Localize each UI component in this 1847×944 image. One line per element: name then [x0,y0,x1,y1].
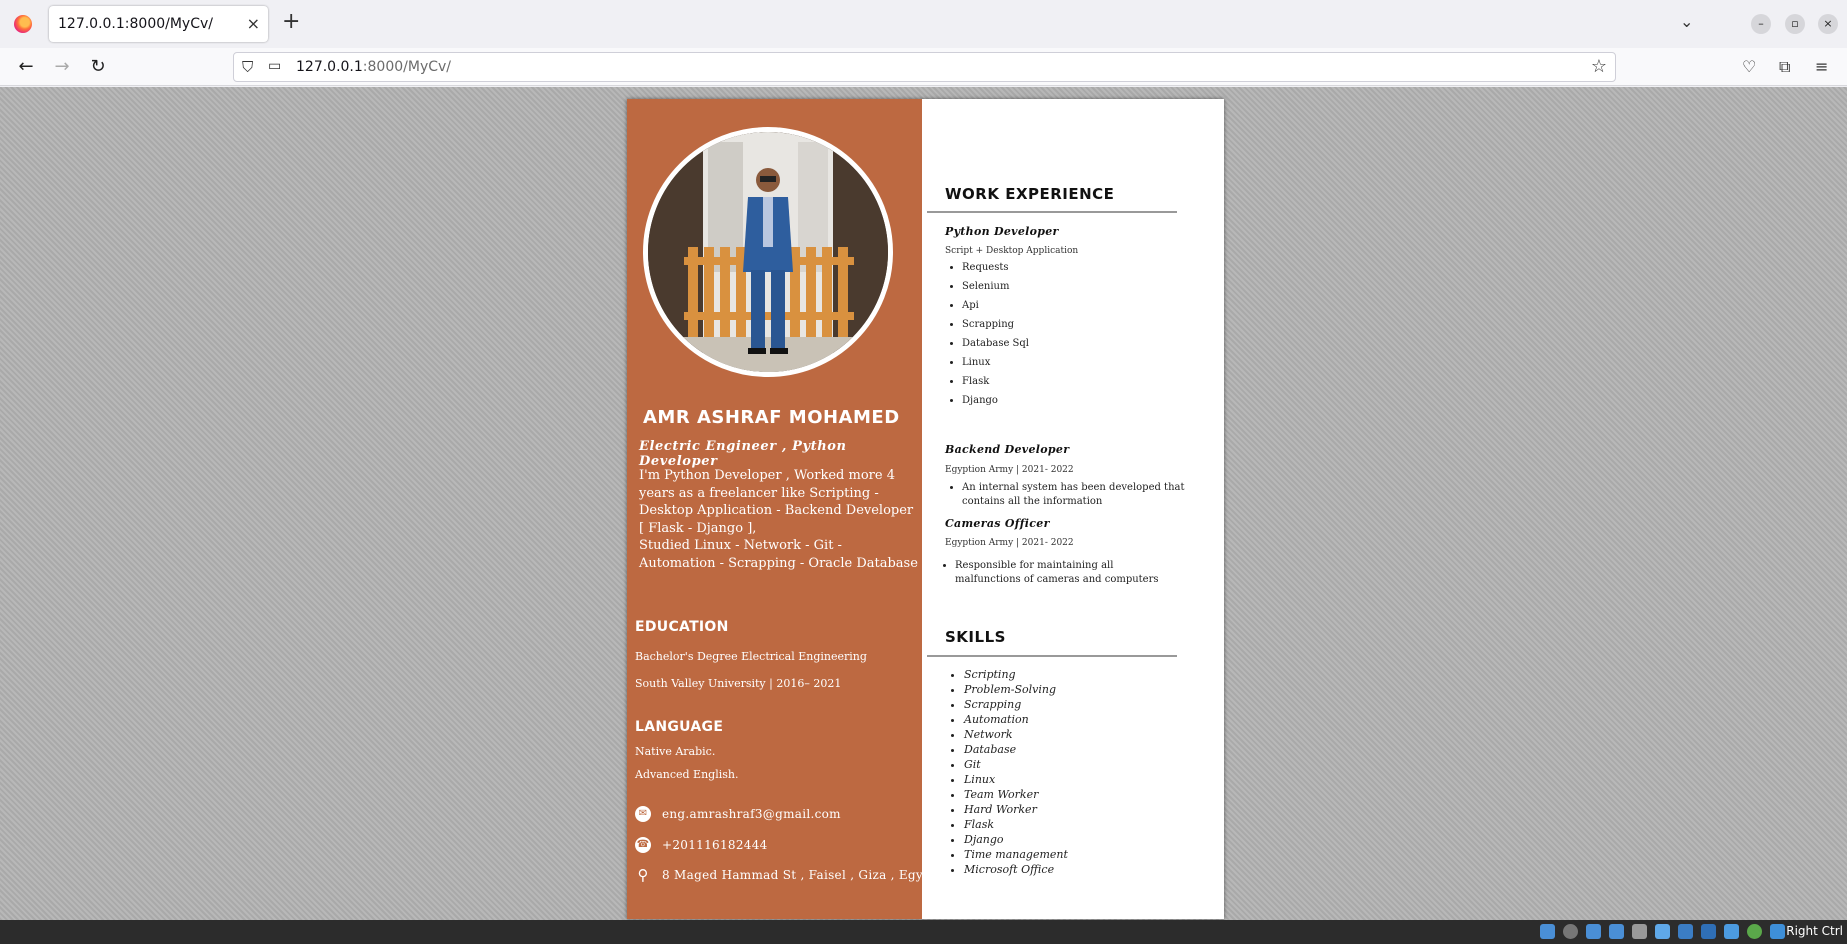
list-item: Responsible for maintaining all malfunct… [955,559,1178,587]
reload-icon[interactable]: ↻ [85,54,111,80]
tray-icon[interactable] [1701,924,1716,939]
section-divider [927,655,1177,657]
location-pin-icon: ⚲ [637,866,649,884]
tray-icon[interactable] [1563,924,1578,939]
pocket-icon[interactable]: ♡ [1742,57,1756,76]
system-taskbar: Right Ctrl [0,920,1847,944]
list-item: Database Sql [962,334,1029,353]
list-item: Api [962,296,1029,315]
cv-main: WORK EXPERIENCE Python Developer Script … [922,99,1224,919]
job-duty-list: Responsible for maintaining all malfunct… [938,559,1178,587]
navigation-bar: ← → ↻ ⛉ ▭ 127.0.0.1:8000/MyCv/ ☆ ♡ ⧉ ≡ [0,48,1847,86]
close-window-icon[interactable]: × [1818,14,1838,34]
language-item: Advanced English. [635,768,739,781]
skill-item: Git [964,757,1068,772]
phone-text: +201116182444 [662,838,768,852]
language-item: Native Arabic. [635,745,716,758]
job-title: Python Developer [945,225,1059,238]
list-item: Django [962,391,1029,410]
skills-list: Scripting Problem-Solving Scrapping Auto… [945,667,1068,877]
education-degree: Bachelor's Degree Electrical Engineering [635,650,867,663]
education-school: South Valley University | 2016– 2021 [635,677,842,690]
email-text: eng.amrashraf3@gmail.com [662,807,841,821]
job-title: Backend Developer [945,443,1070,456]
language-heading: LANGUAGE [635,719,724,735]
firefox-logo-icon [14,15,32,33]
job-duty-list: An internal system has been developed th… [945,481,1185,509]
list-item: Flask [962,372,1029,391]
list-all-tabs-icon[interactable]: ⌄ [1680,12,1693,31]
about-text: I'm Python Developer , Worked more 4 yea… [639,468,918,571]
url-text[interactable]: 127.0.0.1:8000/MyCv/ [296,59,451,75]
skill-item: Hard Worker [964,802,1068,817]
tab-close-icon[interactable]: × [247,14,260,33]
list-item: Requests [962,258,1029,277]
contact-phone: ☎ +201116182444 [635,837,920,855]
job-subtitle: Script + Desktop Application [945,246,1079,256]
tray-icon[interactable] [1586,924,1601,939]
skill-item: Linux [964,772,1068,787]
job-skill-list: Requests Selenium Api Scrapping Database… [945,258,1029,410]
tracking-shield-icon[interactable]: ⛉ [242,58,253,76]
skill-item: Scripting [964,667,1068,682]
skill-item: Database [964,742,1068,757]
skill-item: Django [964,832,1068,847]
skill-item: Time management [964,847,1068,862]
menu-icon[interactable]: ≡ [1815,57,1828,76]
skill-item: Microsoft Office [964,862,1068,877]
minimize-icon[interactable]: – [1751,14,1771,34]
contact-address: ⚲ 8 Maged Hammad St , Faisel , Giza , Eg… [635,866,936,885]
back-icon[interactable]: ← [13,54,39,80]
tray-icon[interactable] [1655,924,1670,939]
tray-icon[interactable] [1770,924,1785,939]
tray-icon[interactable] [1540,924,1555,939]
restore-icon[interactable]: ▫ [1785,14,1805,34]
list-item: An internal system has been developed th… [962,481,1185,509]
tray-icon[interactable] [1747,924,1762,939]
skill-item: Scrapping [964,697,1068,712]
extensions-icon[interactable]: ⧉ [1779,57,1790,77]
tray-icon[interactable] [1609,924,1624,939]
skill-item: Automation [964,712,1068,727]
host-key-label: Right Ctrl [1786,924,1843,938]
skill-item: Flask [964,817,1068,832]
job-subtitle: Egyption Army | 2021- 2022 [945,538,1074,548]
person-name: AMR ASHRAF MOHAMED [643,407,900,428]
job-subtitle: Egyption Army | 2021- 2022 [945,465,1074,475]
skills-heading: SKILLS [945,628,1006,646]
list-item: Selenium [962,277,1029,296]
cv-sidebar: AMR ASHRAF MOHAMED Electric Engineer , P… [627,99,936,919]
education-heading: EDUCATION [635,619,729,635]
envelope-icon: ✉ [635,806,651,822]
phone-icon: ☎ [635,837,651,853]
new-tab-button[interactable]: + [282,10,300,34]
tab-title: 127.0.0.1:8000/MyCv/ [58,16,213,32]
job-title: Cameras Officer [945,517,1050,530]
skill-item: Team Worker [964,787,1068,802]
tray-icon[interactable] [1632,924,1647,939]
bookmark-star-icon[interactable]: ☆ [1591,56,1607,77]
profile-photo [643,127,893,377]
page-viewport: AMR ASHRAF MOHAMED Electric Engineer , P… [0,87,1847,920]
tray-icon[interactable] [1678,924,1693,939]
section-divider [927,211,1177,213]
tab-bar: 127.0.0.1:8000/MyCv/ × + ⌄ – ▫ × [0,0,1847,48]
url-bar[interactable]: ⛉ ▭ 127.0.0.1:8000/MyCv/ ☆ [233,52,1616,82]
contact-email: ✉ eng.amrashraf3@gmail.com [635,806,920,824]
page-info-icon[interactable]: ▭ [268,58,281,74]
skill-item: Network [964,727,1068,742]
list-item: Linux [962,353,1029,372]
browser-tab[interactable]: 127.0.0.1:8000/MyCv/ × [49,6,268,42]
address-text: 8 Maged Hammad St , Faisel , Giza , Egyp… [662,868,937,882]
list-item: Scrapping [962,315,1029,334]
skill-item: Problem-Solving [964,682,1068,697]
person-role: Electric Engineer , Python Developer [639,439,847,469]
forward-icon[interactable]: → [49,54,75,80]
work-experience-heading: WORK EXPERIENCE [945,185,1115,203]
tray-icon[interactable] [1724,924,1739,939]
cv-sheet: AMR ASHRAF MOHAMED Electric Engineer , P… [627,99,1224,919]
